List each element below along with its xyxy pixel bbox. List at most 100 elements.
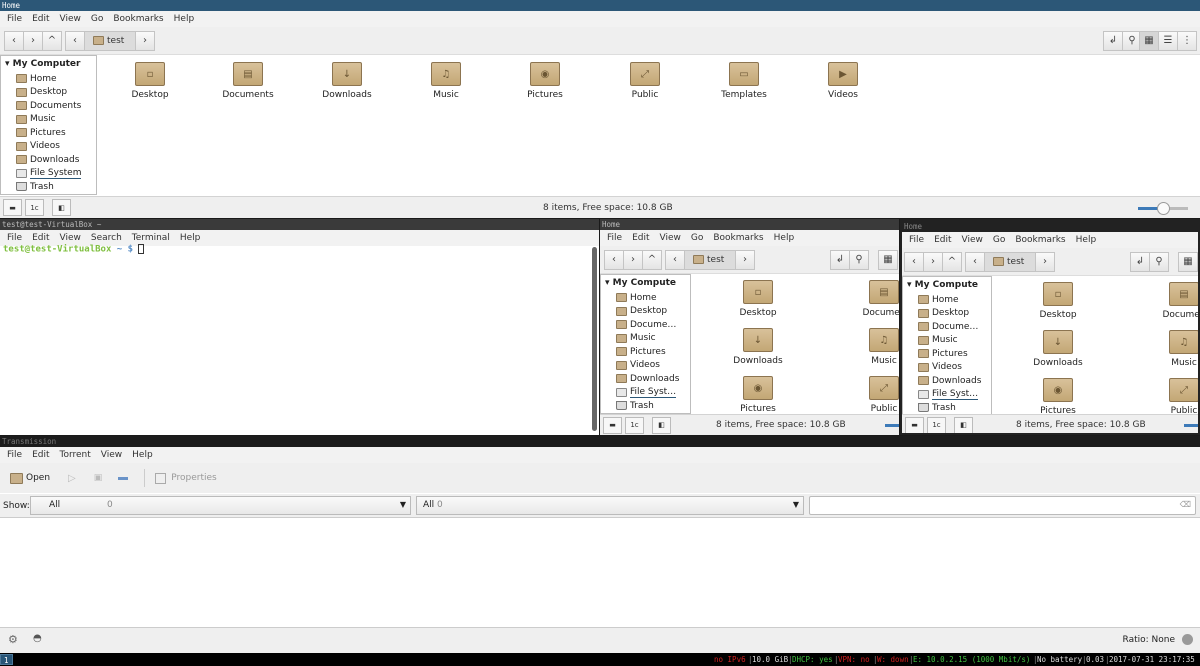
menu-file[interactable]: File	[2, 450, 27, 460]
file-item-downloads[interactable]: ↓ Downloads	[297, 62, 397, 100]
sidebar-item-videos[interactable]: Videos	[1, 140, 96, 154]
path-right-button[interactable]: ›	[735, 249, 755, 270]
path-button-test[interactable]: test	[84, 30, 136, 51]
hide-sidebar-button[interactable]: ◧	[52, 199, 71, 216]
menu-edit[interactable]: Edit	[929, 235, 956, 245]
toggle-location-button[interactable]: ↲	[1130, 251, 1150, 272]
menu-bookmarks[interactable]: Bookmarks	[1010, 235, 1070, 245]
menu-view[interactable]: View	[55, 14, 86, 24]
file-item-documents[interactable]: ▤Documen	[1134, 282, 1198, 320]
file-item-public[interactable]: ⤢ Public	[595, 62, 695, 100]
file-item-pictures[interactable]: ◉ Pictures	[495, 62, 595, 100]
menu-help[interactable]: Help	[769, 233, 800, 243]
menu-edit[interactable]: Edit	[627, 233, 654, 243]
file-item-desktop[interactable]: ▫ Desktop	[100, 62, 200, 100]
list-view-button[interactable]: ☰	[1158, 30, 1178, 51]
sidebar-item-videos[interactable]: Videos	[601, 359, 690, 373]
sidebar-item-downloads[interactable]: Downloads	[1, 153, 96, 167]
menu-view[interactable]: View	[96, 450, 127, 460]
menu-bookmarks[interactable]: Bookmarks	[108, 14, 168, 24]
open-button[interactable]: Open	[10, 472, 50, 484]
menu-file[interactable]: File	[904, 235, 929, 245]
menu-bookmarks[interactable]: Bookmarks	[708, 233, 768, 243]
compact-view-button[interactable]: ⋮	[1177, 30, 1197, 51]
sidebar-item-pictures[interactable]: Pictures	[903, 347, 991, 361]
menu-file[interactable]: File	[2, 233, 27, 243]
path-right-button[interactable]: ›	[1035, 251, 1055, 272]
pause-icon[interactable]: ▣	[94, 473, 103, 483]
sidebar-item-videos[interactable]: Videos	[903, 361, 991, 375]
show-tree-button[interactable]: 1c	[25, 199, 44, 216]
icon-view-button[interactable]: ▦	[1178, 251, 1198, 272]
forward-button[interactable]: ›	[23, 30, 43, 51]
up-button[interactable]: ^	[642, 249, 662, 270]
start-icon[interactable]: ▷	[68, 473, 76, 484]
sidebar-item-desktop[interactable]: Desktop	[1, 86, 96, 100]
menu-help[interactable]: Help	[127, 450, 158, 460]
menu-view[interactable]: View	[957, 235, 988, 245]
terminal-output[interactable]: test@test-VirtualBox ~ $	[3, 244, 589, 435]
menu-file[interactable]: File	[2, 14, 27, 24]
activity-filter-combo[interactable]: All 0 ▼	[30, 496, 411, 515]
sidebar-item-pictures[interactable]: Pictures	[601, 345, 690, 359]
zoom-slider-handle[interactable]	[1157, 202, 1170, 215]
forward-button[interactable]: ›	[923, 251, 943, 272]
file-item-documents[interactable]: ▤ Documents	[198, 62, 298, 100]
file-item-documents[interactable]: ▤Documen	[834, 280, 899, 318]
file-item-pictures[interactable]: ◉ Pictures	[708, 376, 808, 414]
sidebar-item-home[interactable]: Home	[903, 293, 991, 307]
menu-search[interactable]: Search	[86, 233, 127, 243]
file-item-music[interactable]: ♫ Music	[396, 62, 496, 100]
menu-torrent[interactable]: Torrent	[55, 450, 96, 460]
back-button[interactable]: ‹	[604, 249, 624, 270]
show-tree-button[interactable]: 1c	[625, 416, 644, 434]
file-item-music[interactable]: ♫ Music	[834, 328, 899, 366]
toggle-location-button[interactable]: ↲	[1103, 30, 1123, 51]
sidebar-item-trash[interactable]: Trash	[1, 180, 96, 194]
forward-button[interactable]: ›	[623, 249, 643, 270]
menu-edit[interactable]: Edit	[27, 14, 54, 24]
clear-icon[interactable]: ⌫	[1180, 500, 1191, 509]
sidebar-item-documents[interactable]: Documents	[1, 99, 96, 113]
sidebar-item-home[interactable]: Home	[601, 291, 690, 305]
menu-edit[interactable]: Edit	[27, 450, 54, 460]
path-button-test[interactable]: test	[684, 249, 736, 270]
search-button[interactable]: ⚲	[1149, 251, 1169, 272]
hide-sidebar-button[interactable]: ◧	[652, 416, 671, 434]
hide-sidebar-button[interactable]: ◧	[954, 416, 973, 433]
turtle-icon[interactable]: ◓	[33, 633, 42, 644]
menu-help[interactable]: Help	[175, 233, 206, 243]
icon-view-button[interactable]: ▦	[878, 249, 898, 270]
menu-terminal[interactable]: Terminal	[127, 233, 175, 243]
scrollbar[interactable]	[592, 247, 597, 431]
remove-icon[interactable]	[118, 476, 129, 480]
path-left-button[interactable]: ‹	[965, 251, 985, 272]
sidebar-item-music[interactable]: Music	[601, 332, 690, 346]
menu-view[interactable]: View	[55, 233, 86, 243]
sidebar-item-filesystem[interactable]: File System	[1, 167, 96, 181]
sidebar-item-music[interactable]: Music	[903, 334, 991, 348]
back-button[interactable]: ‹	[904, 251, 924, 272]
ratio-icon[interactable]	[1182, 634, 1193, 645]
toggle-location-button[interactable]: ↲	[830, 249, 850, 270]
file-item-downloads[interactable]: ↓ Downloads	[1008, 330, 1108, 368]
torrent-list[interactable]	[0, 519, 1200, 627]
sidebar-item-music[interactable]: Music	[1, 113, 96, 127]
sidebar-item-filesystem[interactable]: File Syst…	[903, 388, 991, 402]
menu-help[interactable]: Help	[169, 14, 200, 24]
back-button[interactable]: ‹	[4, 30, 24, 51]
menu-help[interactable]: Help	[1071, 235, 1102, 245]
menu-go[interactable]: Go	[686, 233, 708, 243]
settings-gear-icon[interactable]: ⚙	[8, 633, 18, 646]
file-item-desktop[interactable]: ▫ Desktop	[1008, 282, 1108, 320]
tracker-filter-combo[interactable]: All 0 ▼	[416, 496, 804, 515]
search-input[interactable]: ⌫	[809, 496, 1196, 515]
path-button-test[interactable]: test	[984, 251, 1036, 272]
path-right-button[interactable]: ›	[135, 30, 155, 51]
sidebar-item-downloads[interactable]: Downloads	[903, 374, 991, 388]
icon-view-button[interactable]: ▦	[1139, 30, 1159, 51]
sidebar-item-trash[interactable]: Trash	[903, 401, 991, 415]
show-places-button[interactable]: ▬	[3, 199, 22, 216]
menu-file[interactable]: File	[602, 233, 627, 243]
up-button[interactable]: ^	[942, 251, 962, 272]
